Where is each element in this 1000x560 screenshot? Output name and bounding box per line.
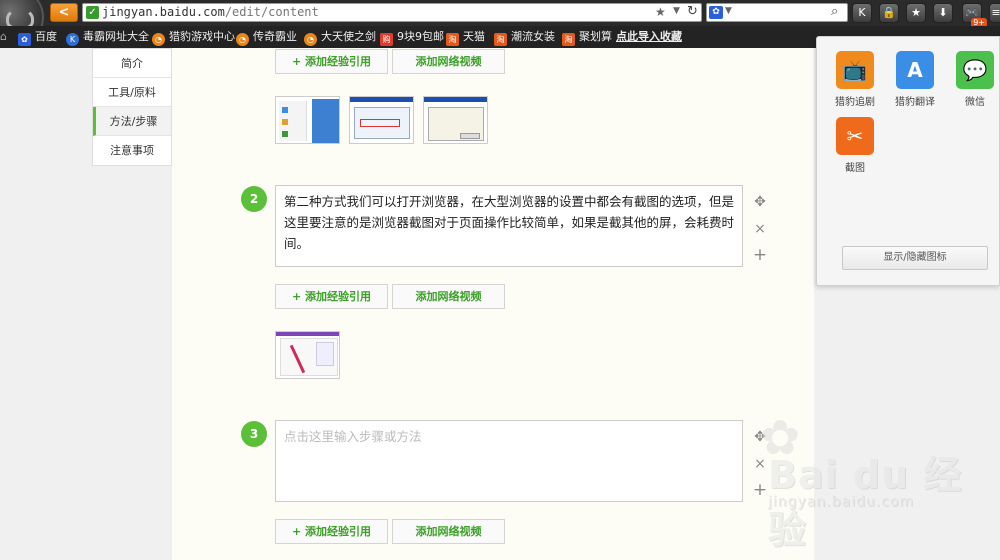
bookmark-label: 天猫	[463, 30, 485, 43]
bookmark-item[interactable]: 淘潮流女装	[494, 29, 555, 46]
url-host: jingyan.baidu.com	[102, 5, 225, 19]
leopard-icon: ◔	[304, 33, 317, 46]
screenshot-thumbnail[interactable]	[275, 331, 340, 379]
step-3-button-row: + 添加经验引用 添加网络视频	[275, 519, 505, 544]
add-step-icon[interactable]: +	[752, 247, 768, 264]
wechat-icon: 💬	[956, 51, 994, 89]
bookmark-item[interactable]: ◔ 大天使之剑	[304, 29, 376, 46]
shopping-icon: 购	[380, 33, 393, 46]
section-nav: 简介 工具/原料 方法/步骤 注意事项	[92, 48, 172, 166]
ext-drama-tracker[interactable]: 📺 猎豹追剧	[830, 51, 880, 108]
menu-icon[interactable]: ≡	[989, 3, 1000, 23]
scissors-icon: ✂	[836, 117, 874, 155]
game-controller-icon[interactable]: 🎮 9+	[962, 3, 987, 28]
bookmark-item[interactable]: ✿ 百度	[18, 29, 57, 46]
ext-label: 微信	[965, 97, 985, 108]
bookmark-item[interactable]: ◔ 传奇霸业	[236, 29, 297, 46]
add-reference-button[interactable]: + 添加经验引用	[275, 519, 388, 544]
search-engine-dropdown-icon[interactable]: ▼	[725, 6, 732, 16]
bookmark-label: 潮流女装	[511, 30, 555, 43]
bookmark-label: 毒霸网址大全	[83, 30, 149, 43]
add-video-button[interactable]: 添加网络视频	[392, 284, 505, 309]
step-2-images	[275, 331, 340, 379]
baidu-jingyan-watermark: ✿ Bai du 经验 jingyan.baidu.com	[760, 400, 980, 552]
tao-icon: 淘	[446, 33, 459, 46]
move-handle-icon[interactable]: ✥	[752, 194, 768, 210]
bookmark-label: 传奇霸业	[253, 30, 297, 43]
url-path: /edit/content	[224, 5, 319, 19]
nav-item-tools[interactable]: 工具/原料	[93, 78, 171, 107]
tao-icon: 淘	[562, 33, 575, 46]
leopard-icon: ◔	[236, 33, 249, 46]
delete-step-icon[interactable]: ×	[752, 221, 768, 237]
search-engine-icon[interactable]: ✿	[709, 6, 723, 19]
translate-icon: A	[896, 51, 934, 89]
ext-label: 截图	[845, 163, 865, 174]
download-icon[interactable]: ⬇	[933, 3, 953, 23]
add-video-button[interactable]: 添加网络视频	[392, 519, 505, 544]
ext-translate[interactable]: A 猎豹翻译	[890, 51, 940, 108]
leopard-icon: ◔	[152, 33, 165, 46]
secure-check-icon: ✓	[86, 6, 99, 19]
refresh-icon[interactable]: ↻	[687, 4, 698, 19]
bookmark-item[interactable]: 淘天猫	[446, 29, 485, 46]
tao-icon: 淘	[494, 33, 507, 46]
lock-icon[interactable]: 🔒	[879, 3, 899, 23]
step-2-button-row: + 添加经验引用 添加网络视频	[275, 284, 505, 309]
bookmark-label: 猎豹游戏中心	[169, 30, 235, 43]
bookmark-item[interactable]: 淘聚划算	[562, 29, 612, 46]
add-video-button[interactable]: 添加网络视频	[392, 49, 505, 74]
step-number-badge: 3	[241, 421, 267, 447]
bookmark-item[interactable]: 购 9块9包邮	[380, 29, 444, 46]
add-reference-button[interactable]: + 添加经验引用	[275, 49, 388, 74]
address-bar[interactable]: ✓ jingyan.baidu.com/edit/content ★ ▼ ↻	[82, 3, 702, 22]
search-box[interactable]: ✿ ▼ ⌕	[706, 3, 848, 22]
search-icon[interactable]: ⌕	[831, 4, 838, 19]
bookmark-label: 9块9包邮	[397, 30, 444, 43]
step-1-button-row: + 添加经验引用 添加网络视频	[275, 49, 505, 74]
baidu-paw-icon: ✿	[18, 33, 31, 46]
step-1-images	[275, 96, 488, 144]
bookmarks-home-icon[interactable]: ⌂	[0, 29, 7, 45]
toggle-icons-button[interactable]: 显示/隐藏图标	[842, 246, 988, 270]
editor-area: + 添加经验引用 添加网络视频 2 第二种方式我们可以打开浏览器，在大型浏览器的…	[172, 48, 814, 560]
k-logo-icon: K	[66, 33, 79, 46]
nav-item-notes[interactable]: 注意事项	[93, 136, 171, 165]
favorites-star-icon[interactable]: ★	[906, 3, 926, 23]
screenshot-thumbnail[interactable]	[423, 96, 488, 144]
url-dropdown-icon[interactable]: ▼	[673, 6, 680, 16]
ext-screenshot[interactable]: ✂ 截图	[830, 117, 880, 174]
tv-icon: 📺	[836, 51, 874, 89]
bookmark-star-icon[interactable]: ★	[655, 5, 666, 19]
url-text[interactable]: jingyan.baidu.com/edit/content	[102, 5, 319, 19]
screenshot-thumbnail[interactable]	[349, 96, 414, 144]
ext-label: 猎豹追剧	[835, 97, 875, 108]
import-bookmarks-link[interactable]: 点此导入收藏	[616, 29, 682, 45]
back-button[interactable]: <	[50, 3, 78, 22]
nav-item-intro[interactable]: 简介	[93, 49, 171, 78]
bookmark-item[interactable]: ◔ 猎豹游戏中心	[152, 29, 235, 46]
ext-wechat[interactable]: 💬 微信	[950, 51, 1000, 108]
step-number-badge: 2	[241, 186, 267, 212]
add-reference-button[interactable]: + 添加经验引用	[275, 284, 388, 309]
screenshot-thumbnail[interactable]	[275, 96, 340, 144]
nav-item-steps[interactable]: 方法/步骤	[93, 107, 171, 136]
step-2-text-field[interactable]: 第二种方式我们可以打开浏览器，在大型浏览器的设置中都会有截图的选项，但是这里要注…	[275, 185, 743, 267]
ext-label: 猎豹翻译	[895, 97, 935, 108]
bookmark-label: 聚划算	[579, 30, 612, 43]
extensions-popup: 📺 猎豹追剧 A 猎豹翻译 💬 微信 ✂ 截图 显示/隐藏图标	[816, 36, 1000, 286]
bookmark-label: 百度	[35, 30, 57, 43]
bookmark-item[interactable]: K 毒霸网址大全	[66, 29, 149, 46]
bookmark-label: 大天使之剑	[321, 30, 376, 43]
watermark-url: jingyan.baidu.com	[768, 494, 915, 510]
step-3-text-field[interactable]: 点击这里输入步骤或方法	[275, 420, 743, 502]
k-extension-icon[interactable]: K	[852, 3, 872, 23]
